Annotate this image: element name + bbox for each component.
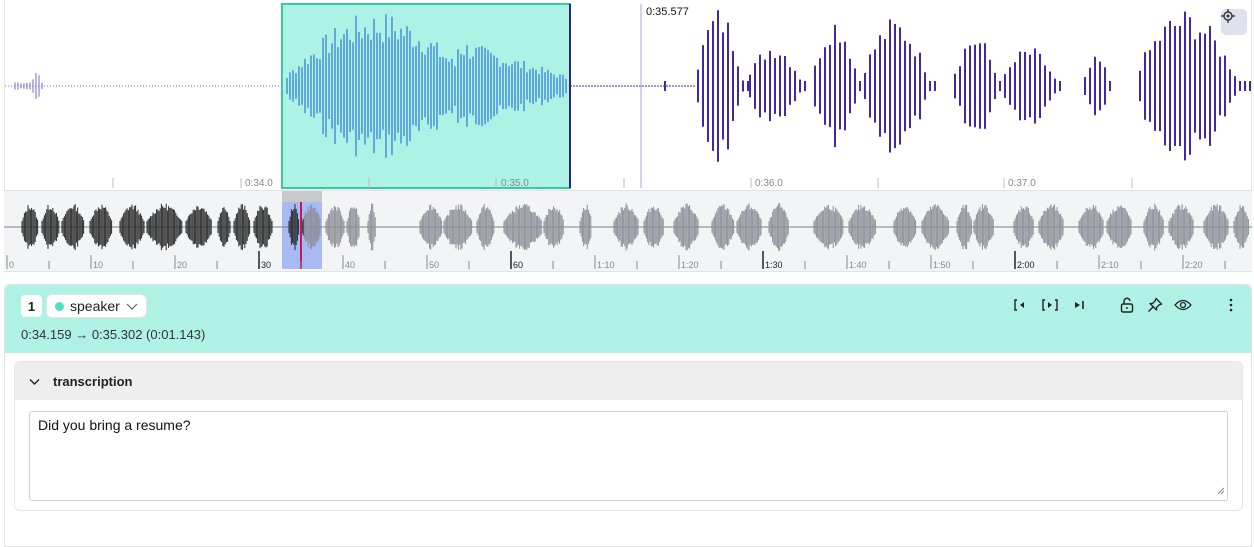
segment-time-range: 0:34.159 → 0:35.302 (0:01.143): [21, 327, 206, 342]
skip-to-end-icon: [1072, 298, 1086, 316]
chevron-down-icon: [29, 374, 40, 389]
overview-tick-label: 0: [9, 260, 14, 270]
hover-cursor-time: 0:35.577: [646, 6, 689, 18]
overview-tick-label: 10: [93, 260, 103, 270]
detail-waveform[interactable]: 0:34.0 0:35.0 0:36.0 0:37.0 0:35.577: [4, 0, 1252, 190]
segment-header: 1 speaker 0:34.159 → 0:35.302 (0:01.143): [5, 285, 1251, 353]
ruler-tick-label: 0:35.0: [501, 178, 529, 189]
ruler-tick-label: 0:34.0: [245, 178, 273, 189]
skip-to-start-icon: [1014, 298, 1028, 316]
overview-tick-label: 1:10: [597, 260, 615, 270]
skip-to-end-button[interactable]: [1069, 297, 1089, 317]
overview-tick-label: 1:40: [849, 260, 867, 270]
overview-tick-label: 20: [177, 260, 187, 270]
unlock-icon: [1120, 297, 1134, 318]
speaker-dropdown[interactable]: speaker: [46, 294, 147, 318]
segment-panel: 1 speaker 0:34.159 → 0:35.302 (0:01.143): [4, 284, 1252, 547]
ruler-tick-label: 0:36.0: [755, 178, 783, 189]
more-options-button[interactable]: [1221, 297, 1241, 317]
segment-index: 1: [21, 295, 42, 317]
pin-icon: [1147, 297, 1163, 318]
visibility-button[interactable]: [1173, 297, 1193, 317]
overview-tick-label: 40: [345, 260, 355, 270]
overview-tick-label: 1:20: [681, 260, 699, 270]
overview-tick-label: 30: [261, 260, 271, 270]
transcription-section: transcription Did you bring a resume?: [14, 361, 1243, 511]
overview-waveform[interactable]: 0 10 20 30 40 50 60 1:10 1:20 1:30 1:40 1:50 2:00 2:1…: [4, 190, 1252, 272]
play-segment-button[interactable]: [1040, 297, 1060, 317]
transcription-title: transcription: [53, 373, 133, 389]
resize-grip-icon[interactable]: [1217, 482, 1225, 498]
pin-button[interactable]: [1145, 297, 1165, 317]
transcription-text: Did you bring a resume?: [38, 417, 191, 433]
skip-to-start-button[interactable]: [1011, 297, 1031, 317]
overview-tick-label: 1:30: [765, 260, 783, 270]
overview-tick-label: 60: [513, 260, 523, 270]
overview-waveform-canvas[interactable]: 0 10 20 30 40 50 60 1:10 1:20 1:30 1:40 1:50 2:00 2:1…: [4, 191, 1252, 273]
detail-waveform-canvas[interactable]: 0:34.0 0:35.0 0:36.0 0:37.0: [5, 0, 1253, 190]
play-segment-icon: [1042, 298, 1058, 316]
more-vertical-icon: [1229, 298, 1233, 317]
eye-icon: [1174, 298, 1192, 316]
chevron-down-icon: [126, 298, 138, 314]
speaker-label: speaker: [70, 298, 120, 314]
locate-cursor-button[interactable]: [1221, 9, 1247, 35]
overview-tick-label: 2:10: [1101, 260, 1119, 270]
overview-tick-label: 2:00: [1017, 260, 1035, 270]
speaker-color-dot: [55, 301, 64, 311]
audio-annotation-app: 0:34.0 0:35.0 0:36.0 0:37.0 0:35.577 0 10 20 3…: [0, 0, 1254, 547]
overview-tick-label: 50: [429, 260, 439, 270]
overview-tick-label: 1:50: [933, 260, 951, 270]
overview-tick-label: 2:20: [1185, 260, 1203, 270]
overview-scroll-handle[interactable]: [282, 191, 322, 202]
ruler-tick-label: 0:37.0: [1008, 178, 1036, 189]
lock-toggle-button[interactable]: [1117, 297, 1137, 317]
transcription-textarea[interactable]: Did you bring a resume?: [29, 411, 1228, 501]
transcription-toggle[interactable]: transcription: [15, 362, 1242, 400]
